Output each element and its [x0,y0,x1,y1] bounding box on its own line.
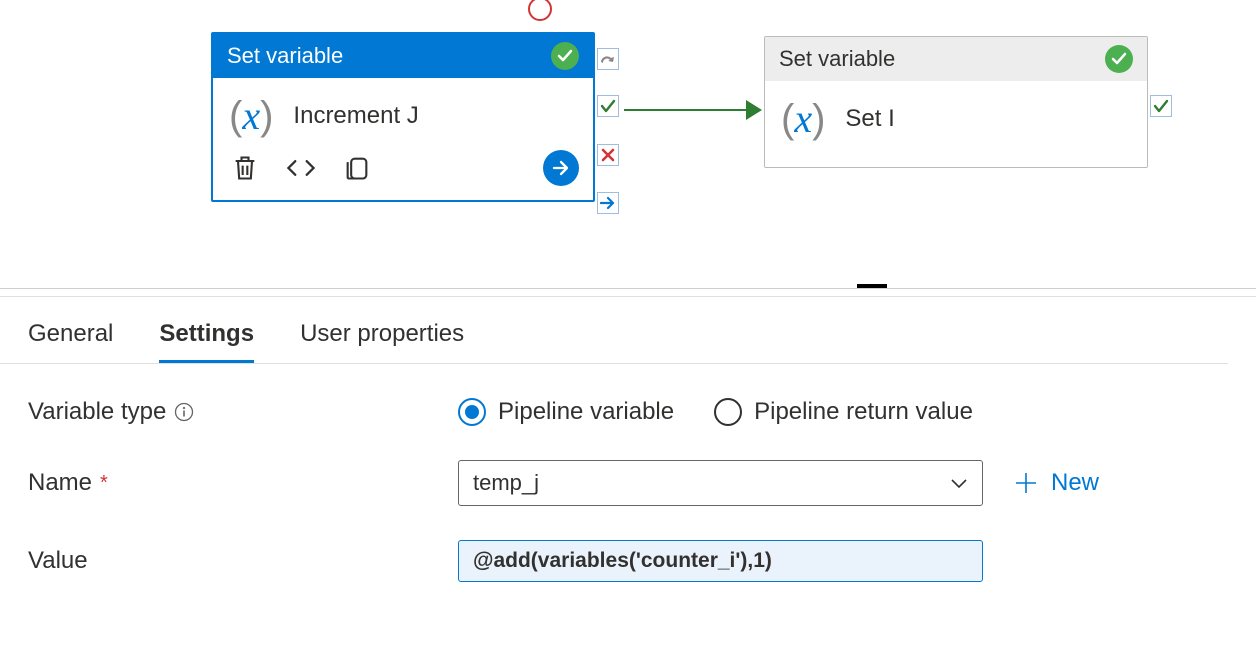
divider [0,296,1256,297]
port-success-icon[interactable] [1150,95,1172,117]
activity-name: Set I [845,105,894,133]
select-value: temp_j [473,470,539,496]
delete-icon[interactable] [231,154,259,182]
chevron-down-icon [950,470,968,496]
radio-pipeline-variable[interactable]: Pipeline variable [458,398,674,426]
row-name: Name * temp_j New [28,460,1228,506]
label-text: Name [28,469,92,497]
label-text: Value [28,547,88,575]
top-port-ring[interactable] [528,0,552,21]
properties-panel: General Settings User properties Variabl… [0,300,1256,616]
radio-icon [458,398,486,426]
node-action-bar [213,146,593,200]
run-arrow-button[interactable] [543,150,579,186]
label-text: Variable type [28,398,166,426]
tab-bar: General Settings User properties [0,310,1228,364]
node-body: (x) Set I [765,81,1147,167]
tab-settings[interactable]: Settings [159,310,254,363]
info-icon[interactable] [174,402,194,422]
activity-name: Increment J [293,102,418,130]
expression-text: @add(variables('counter_i'),1) [473,549,772,573]
new-variable-link[interactable]: New [1013,469,1099,497]
edge-success[interactable] [624,109,746,111]
link-text: New [1051,469,1099,497]
activity-node-set-i[interactable]: Set variable (x) Set I [764,36,1148,168]
label-variable-type: Variable type [28,398,458,426]
node-body: (x) Increment J [213,78,593,146]
variable-icon: (x) [779,99,827,139]
label-name: Name * [28,469,458,497]
radio-group-variable-type: Pipeline variable Pipeline return value [458,398,973,426]
plus-icon [1013,470,1039,496]
edge-arrowhead [746,100,762,120]
variable-icon: (x) [227,96,275,136]
radio-icon [714,398,742,426]
node-header: Set variable [213,34,593,78]
divider [0,288,1256,289]
node-header: Set variable [765,37,1147,81]
radio-text: Pipeline variable [498,398,674,426]
status-success-icon [551,42,579,70]
pipeline-canvas[interactable]: Set variable (x) Increment J [0,0,1256,290]
name-select[interactable]: temp_j [458,460,983,506]
port-redo-icon[interactable] [597,48,619,70]
port-fail-icon[interactable] [597,144,619,166]
node-title: Set variable [227,43,343,69]
port-skip-icon[interactable] [597,192,619,214]
node-title: Set variable [779,46,895,72]
row-variable-type: Variable type Pipeline variable Pipeline… [28,398,1228,426]
label-value: Value [28,547,458,575]
value-expression-input[interactable]: @add(variables('counter_i'),1) [458,540,983,582]
radio-pipeline-return-value[interactable]: Pipeline return value [714,398,973,426]
port-success-icon[interactable] [597,95,619,117]
tab-general[interactable]: General [28,310,113,363]
radio-text: Pipeline return value [754,398,973,426]
tab-user-properties[interactable]: User properties [300,310,464,363]
code-icon[interactable] [285,154,317,182]
activity-node-increment-j[interactable]: Set variable (x) Increment J [211,32,595,202]
required-asterisk: * [100,472,108,495]
copy-icon[interactable] [343,154,371,182]
status-success-icon [1105,45,1133,73]
row-value: Value @add(variables('counter_i'),1) [28,540,1228,582]
